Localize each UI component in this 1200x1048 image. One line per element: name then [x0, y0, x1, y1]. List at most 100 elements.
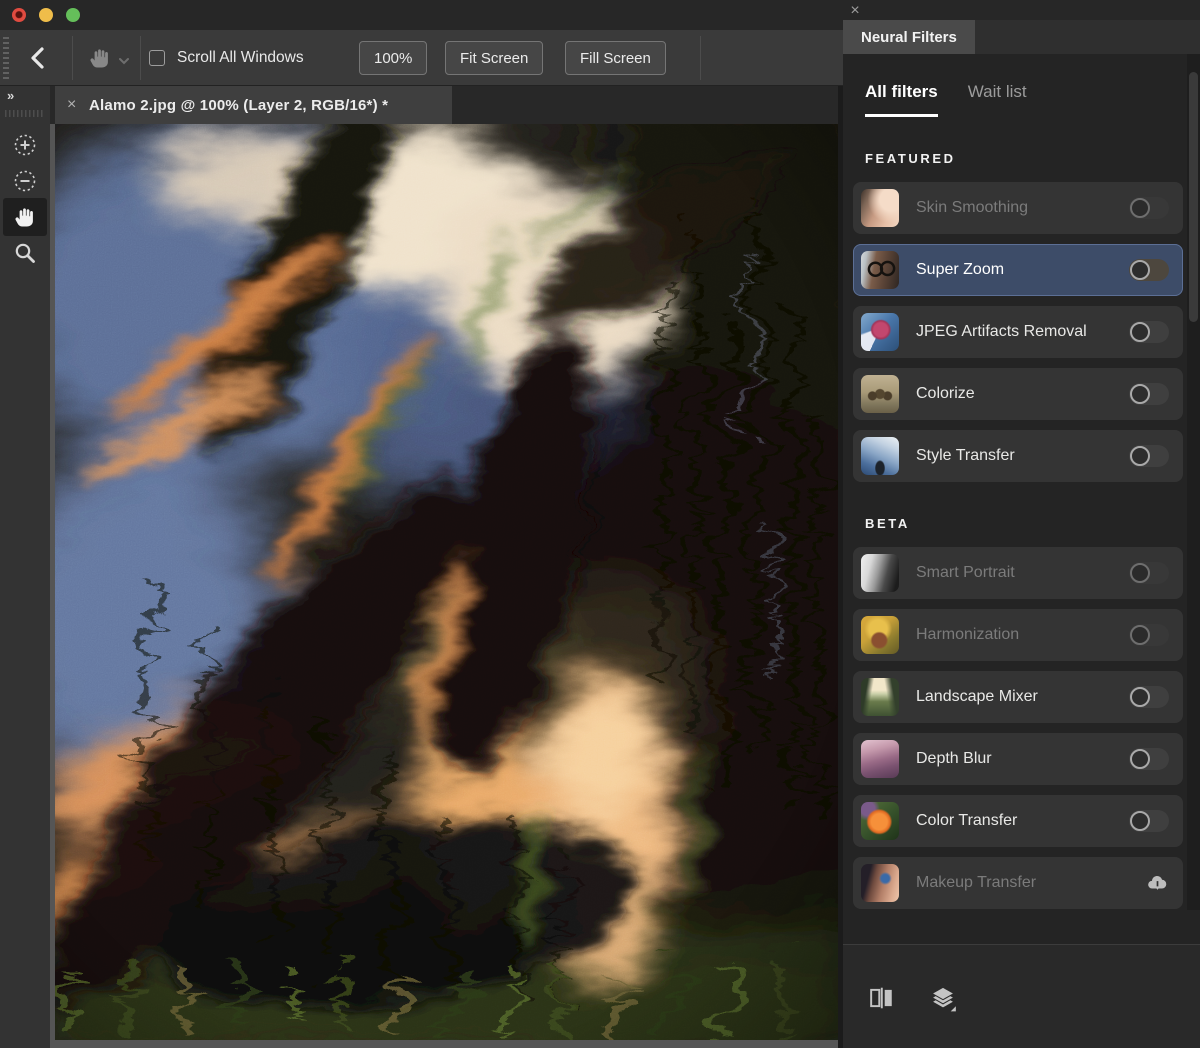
tool-palette: » — [0, 86, 50, 1048]
cloud-download-icon[interactable] — [1146, 872, 1169, 895]
filter-label: Skin Smoothing — [916, 199, 1129, 217]
filter-toggle[interactable] — [1129, 383, 1169, 405]
section-header: FEATURED — [865, 151, 1196, 166]
filter-label: Smart Portrait — [916, 564, 1129, 582]
filter-row-smart-portrait[interactable]: Smart Portrait — [853, 547, 1183, 599]
filter-row-super-zoom[interactable]: Super Zoom — [853, 244, 1183, 296]
filter-label: JPEG Artifacts Removal — [916, 323, 1129, 341]
filter-thumbnail — [861, 740, 899, 778]
section-items: Smart Portrait Harmonization Landscape M… — [853, 547, 1196, 909]
toggle-knob — [1130, 446, 1150, 466]
filter-toggle[interactable] — [1129, 197, 1169, 219]
filter-row-harmonization[interactable]: Harmonization — [853, 609, 1183, 661]
scroll-all-windows-label: Scroll All Windows — [177, 49, 304, 67]
scroll-all-windows-checkbox[interactable] — [149, 50, 165, 66]
filter-label: Super Zoom — [916, 261, 1129, 279]
zoom-in-tool-icon[interactable] — [13, 133, 37, 157]
filter-toggle[interactable] — [1129, 259, 1169, 281]
panel-tabbar: Neural Filters — [843, 20, 1200, 54]
hand-tool-active[interactable] — [3, 198, 47, 236]
fit-screen-button[interactable]: Fit Screen — [445, 41, 543, 75]
filter-thumbnail — [861, 437, 899, 475]
filter-tabs: All filters Wait list — [865, 82, 1200, 117]
filter-thumbnail — [861, 189, 899, 227]
filter-thumbnail — [861, 554, 899, 592]
filter-thumbnail — [861, 313, 899, 351]
filter-thumbnail — [861, 678, 899, 716]
filter-row-style-transfer[interactable]: Style Transfer — [853, 430, 1183, 482]
filter-row-color-transfer[interactable]: Color Transfer — [853, 795, 1183, 847]
document-tabbar: × Alamo 2.jpg @ 100% (Layer 2, RGB/16*) … — [50, 86, 843, 124]
neural-filters-panel-tab[interactable]: Neural Filters — [843, 20, 975, 54]
filter-label: Landscape Mixer — [916, 688, 1129, 706]
filter-label: Harmonization — [916, 626, 1129, 644]
filter-row-makeup-transfer[interactable]: Makeup Transfer — [853, 857, 1183, 909]
toggle-knob — [1130, 384, 1150, 404]
filter-row-jpeg-artifacts-removal[interactable]: JPEG Artifacts Removal — [853, 306, 1183, 358]
filter-sections: FEATURED Skin Smoothing Super Zoom JPEG … — [843, 151, 1200, 909]
fill-screen-button[interactable]: Fill Screen — [565, 41, 666, 75]
filter-toggle[interactable] — [1129, 686, 1169, 708]
options-bar-grip — [3, 37, 9, 79]
filter-thumbnail — [861, 616, 899, 654]
divider — [700, 36, 701, 80]
document-close-icon[interactable]: × — [67, 96, 89, 114]
traffic-light-zoom-button[interactable] — [66, 8, 80, 22]
filter-toggle[interactable] — [1129, 562, 1169, 584]
expand-panel-icon[interactable]: » — [7, 88, 14, 103]
tab-all-filters[interactable]: All filters — [865, 82, 938, 117]
filter-label: Colorize — [916, 385, 1129, 403]
filter-label: Style Transfer — [916, 447, 1129, 465]
toggle-knob — [1130, 563, 1150, 583]
output-options-layers-icon[interactable] — [929, 985, 957, 1013]
hand-icon — [13, 205, 37, 229]
panel-footer — [843, 944, 1200, 1048]
filter-section: BETA Smart Portrait Harmonization Landsc… — [853, 516, 1196, 909]
filter-row-depth-blur[interactable]: Depth Blur — [853, 733, 1183, 785]
section-items: Skin Smoothing Super Zoom JPEG Artifacts… — [853, 182, 1196, 482]
divider — [72, 36, 73, 80]
canvas-area[interactable] — [50, 124, 838, 1048]
zoom-out-tool-icon[interactable] — [13, 169, 37, 193]
zoom-tool-icon[interactable] — [13, 241, 37, 265]
back-button[interactable] — [26, 44, 52, 72]
filter-thumbnail — [861, 375, 899, 413]
compare-before-after-icon[interactable] — [869, 985, 895, 1011]
photoshop-window: × Scroll All Windows 100% Fit Screen Fil… — [0, 0, 1200, 1048]
panel-scrollbar[interactable] — [1187, 54, 1200, 910]
traffic-light-minimize-button[interactable] — [39, 8, 53, 22]
scrollbar-thumb[interactable] — [1189, 72, 1198, 322]
neural-filters-close-icon[interactable]: × — [845, 1, 865, 21]
section-header: BETA — [865, 516, 1196, 531]
filter-toggle[interactable] — [1129, 445, 1169, 467]
toggle-knob — [1130, 260, 1150, 280]
filter-row-landscape-mixer[interactable]: Landscape Mixer — [853, 671, 1183, 723]
document-tab[interactable]: × Alamo 2.jpg @ 100% (Layer 2, RGB/16*) … — [55, 86, 452, 124]
toggle-knob — [1130, 198, 1150, 218]
tool-dropdown-chevron-icon[interactable] — [118, 53, 130, 63]
tab-wait-list[interactable]: Wait list — [968, 82, 1027, 117]
filter-toggle[interactable] — [1129, 624, 1169, 646]
neural-filters-panel: Neural Filters All filters Wait list FEA… — [843, 20, 1200, 1048]
filter-section: FEATURED Skin Smoothing Super Zoom JPEG … — [853, 151, 1196, 482]
zoom-100-button[interactable]: 100% — [359, 41, 427, 75]
traffic-light-close-button[interactable] — [12, 8, 26, 22]
filter-label: Makeup Transfer — [916, 874, 1146, 892]
hand-tool-icon[interactable] — [88, 46, 112, 70]
filter-toggle[interactable] — [1129, 321, 1169, 343]
filter-thumbnail — [861, 802, 899, 840]
filter-toggle[interactable] — [1129, 810, 1169, 832]
document-title: Alamo 2.jpg @ 100% (Layer 2, RGB/16*) * — [89, 97, 388, 114]
divider — [140, 36, 141, 80]
canvas-image — [55, 124, 838, 1040]
filter-toggle[interactable] — [1129, 748, 1169, 770]
filter-thumbnail — [861, 864, 899, 902]
filter-thumbnail — [861, 251, 899, 289]
toggle-knob — [1130, 749, 1150, 769]
toggle-knob — [1130, 687, 1150, 707]
toggle-knob — [1130, 322, 1150, 342]
chevron-left-icon — [26, 44, 52, 72]
filter-row-skin-smoothing[interactable]: Skin Smoothing — [853, 182, 1183, 234]
tool-palette-grip — [5, 110, 45, 117]
filter-row-colorize[interactable]: Colorize — [853, 368, 1183, 420]
